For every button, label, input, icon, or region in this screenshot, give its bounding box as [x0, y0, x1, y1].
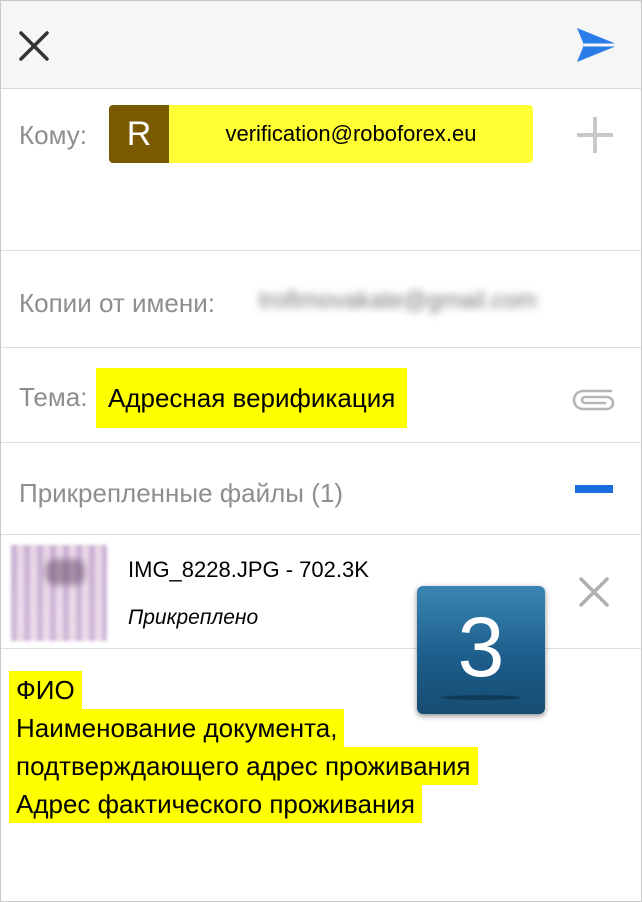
- message-body[interactable]: ФИО Наименование документа, подтверждающ…: [9, 671, 478, 823]
- divider: [1, 442, 641, 443]
- body-line: подтверждающего адрес проживания: [9, 747, 478, 785]
- close-button[interactable]: [15, 27, 53, 65]
- recipient-email: verification@roboforex.eu: [169, 105, 533, 163]
- attachment-status: Прикреплено: [128, 606, 259, 629]
- attach-button[interactable]: [567, 377, 619, 417]
- add-recipient-button[interactable]: [575, 115, 615, 155]
- attachment-thumbnail[interactable]: [11, 545, 107, 641]
- from-email[interactable]: trofimovakate@gmail.com: [259, 287, 537, 315]
- body-line: Наименование документа,: [9, 709, 345, 747]
- body-line: ФИО: [9, 671, 82, 709]
- plus-icon: [577, 117, 613, 153]
- recipient-chip[interactable]: R verification@roboforex.eu: [109, 105, 533, 163]
- from-label: Копии от имени:: [19, 288, 215, 318]
- paperclip-icon: [572, 389, 615, 411]
- remove-attachment-button[interactable]: [577, 575, 611, 609]
- body-line: Адрес фактического проживания: [9, 785, 422, 823]
- attachment-name: IMG_8228.JPG - 702.3K: [128, 557, 369, 582]
- send-icon: [577, 28, 619, 62]
- send-button[interactable]: [575, 25, 621, 65]
- divider: [1, 347, 641, 348]
- subject-label: Тема:: [19, 382, 88, 412]
- to-label: Кому:: [19, 120, 87, 150]
- divider: [1, 648, 641, 649]
- remove-icon: [579, 577, 609, 607]
- divider: [1, 534, 641, 535]
- subject-field[interactable]: Адресная верификация: [96, 368, 408, 428]
- minus-icon[interactable]: [575, 485, 613, 493]
- divider: [1, 250, 641, 251]
- top-bar: [1, 1, 641, 89]
- close-icon: [19, 31, 49, 61]
- compose-screen: Кому: R verification@roboforex.eu Копии …: [0, 0, 642, 902]
- attachments-label: Прикрепленные файлы (1): [19, 478, 343, 508]
- avatar: R: [109, 105, 169, 163]
